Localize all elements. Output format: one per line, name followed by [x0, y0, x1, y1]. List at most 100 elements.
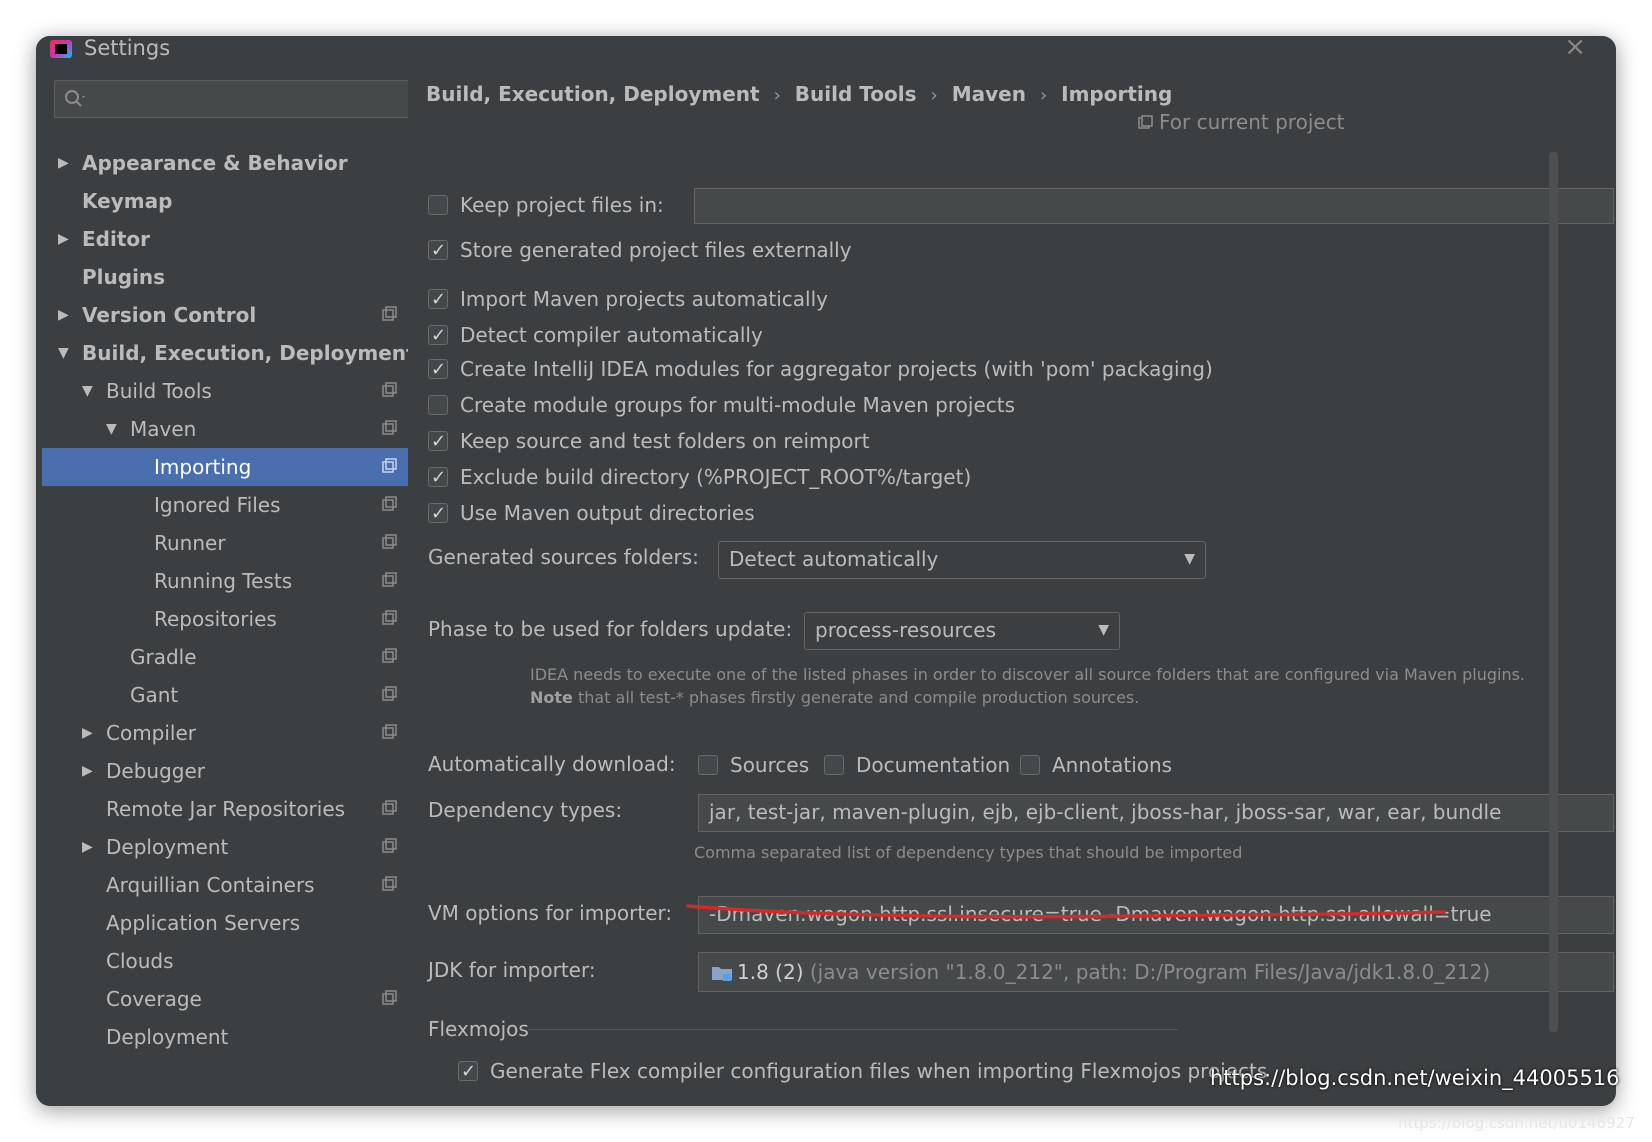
sidebar-item-keymap[interactable]: Keymap — [42, 182, 412, 220]
keep-project-files-field[interactable] — [694, 188, 1614, 224]
documentation-row: Documentation — [824, 750, 1010, 780]
sidebar-item-remote-jar-repositories[interactable]: Remote Jar Repositories — [42, 790, 412, 828]
sidebar-item-label: Editor — [82, 227, 150, 251]
auto-download-label: Automatically download: — [428, 752, 676, 776]
expand-arrow-icon[interactable]: ▶ — [58, 144, 76, 182]
breadcrumb-item: Importing — [1061, 82, 1173, 106]
generated-sources-dropdown[interactable]: Detect automatically ▼ — [718, 541, 1206, 579]
breadcrumb: Build, Execution, Deployment › Build Tools… — [426, 82, 1172, 112]
sidebar-item-maven[interactable]: ▼ Maven — [42, 410, 412, 448]
sidebar-item-deployment[interactable]: Deployment — [42, 1018, 412, 1056]
annotations-row: Annotations — [1020, 750, 1172, 780]
flexmojos-group-title: Flexmojos — [428, 1017, 529, 1041]
sidebar-item-label: Appearance & Behavior — [82, 151, 348, 175]
jdk-dropdown[interactable]: 1.8 (2) (java version "1.8.0_212", path:… — [698, 952, 1614, 992]
collapse-arrow-icon[interactable]: ▼ — [58, 334, 76, 372]
sidebar-item-application-servers[interactable]: Application Servers — [42, 904, 412, 942]
expand-arrow-icon[interactable]: ▶ — [58, 220, 76, 258]
annotations-checkbox[interactable] — [1020, 755, 1040, 775]
sidebar-item-version-control[interactable]: ▶ Version Control — [42, 296, 412, 334]
sidebar-item-label: Plugins — [82, 265, 166, 289]
watermark-url: https://blog.csdn.net/weixin_44005516 — [1210, 1066, 1620, 1090]
sidebar-item-build-execution-deployment[interactable]: ▼ Build, Execution, Deployment — [42, 334, 416, 372]
sidebar-item-clouds[interactable]: Clouds — [42, 942, 412, 980]
flex-generate-row: Generate Flex compiler configuration fil… — [458, 1056, 1267, 1087]
phase-hint-line1: IDEA needs to execute one of the listed … — [530, 665, 1526, 684]
project-scope-icon — [382, 306, 397, 321]
keep-project-files-checkbox[interactable] — [428, 195, 448, 215]
expand-arrow-icon[interactable]: ▶ — [58, 296, 76, 334]
project-scope-icon — [382, 420, 397, 435]
chevron-down-icon: ▼ — [1098, 622, 1109, 638]
search-input[interactable] — [54, 80, 420, 118]
exclude-build-checkbox[interactable] — [428, 463, 448, 493]
collapse-arrow-icon[interactable]: ▼ — [82, 372, 100, 410]
documentation-checkbox[interactable] — [824, 755, 844, 775]
sidebar-item-plugins[interactable]: Plugins — [42, 258, 412, 296]
sidebar-item-editor[interactable]: ▶ Editor — [42, 220, 412, 258]
create-groups-checkbox[interactable] — [428, 395, 448, 415]
sidebar-item-debugger[interactable]: ▶ Debugger — [42, 752, 412, 790]
detect-compiler-checkbox[interactable] — [428, 321, 448, 351]
sidebar-item-importing[interactable]: Importing — [42, 448, 412, 486]
keep-source-checkbox[interactable] — [428, 427, 448, 457]
expand-arrow-icon[interactable]: ▶ — [82, 828, 100, 866]
project-scope-icon — [382, 724, 397, 739]
sidebar-item-label: Repositories — [154, 607, 277, 631]
sources-label: Sources — [730, 753, 810, 777]
sidebar-item-repositories[interactable]: Repositories — [42, 600, 412, 638]
use-output-row: Use Maven output directories — [428, 498, 755, 529]
sidebar-item-coverage[interactable]: Coverage — [42, 980, 412, 1018]
sidebar-item-label: Maven — [130, 417, 197, 441]
phase-hint-line2: Note that all test-* phases firstly gene… — [530, 688, 1140, 707]
create-groups-label: Create module groups for multi-module Ma… — [460, 393, 1015, 417]
flex-generate-checkbox[interactable] — [458, 1057, 478, 1087]
store-externally-row: Store generated project files externally — [428, 235, 852, 266]
dependency-types-hint: Comma separated list of dependency types… — [694, 843, 1243, 862]
expand-arrow-icon[interactable]: ▶ — [82, 752, 100, 790]
import-auto-row: Import Maven projects automatically — [428, 284, 828, 315]
content-scrollbar[interactable] — [1549, 152, 1558, 1032]
collapse-arrow-icon[interactable]: ▼ — [106, 410, 124, 448]
sidebar-item-gradle[interactable]: Gradle — [42, 638, 412, 676]
project-scope-icon — [382, 876, 397, 891]
sidebar-item-runner[interactable]: Runner — [42, 524, 412, 562]
chevron-down-icon: ▼ — [1184, 551, 1195, 567]
breadcrumb-item: Build Tools — [794, 82, 917, 106]
keep-source-row: Keep source and test folders on reimport — [428, 426, 870, 457]
close-icon[interactable]: × — [1564, 36, 1586, 60]
create-groups-row: Create module groups for multi-module Ma… — [428, 390, 1015, 420]
import-auto-checkbox[interactable] — [428, 285, 448, 315]
use-output-checkbox[interactable] — [428, 499, 448, 529]
use-output-label: Use Maven output directories — [460, 501, 755, 525]
sidebar-item-gant[interactable]: Gant — [42, 676, 412, 714]
sidebar-item-appearance-behavior[interactable]: ▶ Appearance & Behavior — [42, 144, 412, 182]
sidebar-item-build-tools[interactable]: ▼ Build Tools — [42, 372, 412, 410]
search-icon — [65, 90, 85, 107]
sidebar-item-label: Runner — [154, 531, 226, 555]
window-title: Settings — [84, 36, 171, 60]
project-scope-icon — [1138, 115, 1153, 129]
sidebar-item-label: Build, Execution, Deployment — [82, 341, 416, 365]
expand-arrow-icon[interactable]: ▶ — [82, 714, 100, 752]
sources-checkbox[interactable] — [698, 755, 718, 775]
sidebar-item-ignored-files[interactable]: Ignored Files — [42, 486, 412, 524]
sidebar-item-label: Running Tests — [154, 569, 293, 593]
create-modules-checkbox[interactable] — [428, 355, 448, 385]
exclude-build-label: Exclude build directory (%PROJECT_ROOT%/… — [460, 465, 972, 489]
phase-dropdown[interactable]: process-resources ▼ — [804, 612, 1120, 650]
sidebar-item-arquillian-containers[interactable]: Arquillian Containers — [42, 866, 412, 904]
sidebar-item-compiler[interactable]: ▶ Compiler — [42, 714, 412, 752]
sidebar-item-label: Version Control — [82, 303, 257, 327]
sidebar-item-running-tests[interactable]: Running Tests — [42, 562, 412, 600]
project-scope-icon — [382, 686, 397, 701]
dependency-types-field[interactable]: jar, test-jar, maven-plugin, ejb, ejb-cl… — [698, 794, 1614, 832]
settings-sidebar: ▶ Appearance & Behavior Keymap ▶ Editor Plugi… — [42, 62, 421, 1106]
sidebar-item-deployment[interactable]: ▶ Deployment — [42, 828, 412, 866]
folder-icon — [712, 967, 732, 981]
settings-content: Build, Execution, Deployment › Build Tools… — [408, 62, 1616, 1106]
project-scope-icon — [382, 990, 397, 1005]
store-externally-checkbox[interactable] — [428, 236, 448, 266]
intellij-logo-icon — [50, 40, 72, 58]
sources-row: Sources — [698, 750, 809, 780]
